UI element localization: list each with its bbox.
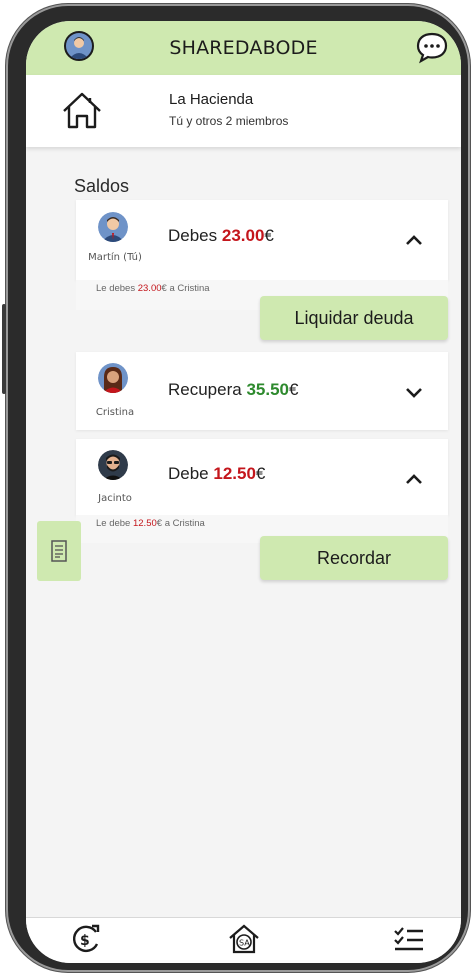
app-screen: SHAREDABODE La Hacienda Tú y otros 2 mie… (26, 21, 461, 963)
phone-frame: SHAREDABODE La Hacienda Tú y otros 2 mie… (2, 4, 470, 972)
house-members: Tú y otros 2 miembros (169, 114, 289, 128)
money-exchange-icon[interactable]: $ (68, 922, 104, 956)
user-avatar-icon (69, 37, 89, 59)
profile-button[interactable] (64, 31, 94, 61)
currency: € (288, 380, 299, 399)
house-icon (63, 92, 101, 129)
settle-debt-button[interactable]: Liquidar deuda (260, 296, 448, 340)
balance-label: Recupera (168, 380, 247, 399)
chat-bubble-icon (416, 32, 448, 64)
balance-card-cristina[interactable]: Cristina Recupera 35.50€ (76, 352, 448, 430)
detail-amount: 12.50 (132, 518, 157, 529)
top-bar: SHAREDABODE (26, 21, 461, 75)
balance-text: Debe 12.50€ (168, 464, 265, 484)
avatar (98, 450, 128, 480)
balance-text: Debes 23.00€ (168, 226, 274, 246)
balance-card-martin[interactable]: Martín (Tú) Debes 23.00€ (76, 200, 448, 280)
avatar (98, 212, 128, 242)
chevron-up-icon[interactable] (404, 233, 424, 247)
detail-suffix: € a Cristina (156, 518, 205, 529)
balance-amount: 23.00 (221, 226, 265, 245)
balance-amount: 35.50 (246, 380, 289, 399)
member-name: Jacinto (98, 493, 132, 504)
balance-label: Debes (168, 226, 222, 245)
currency: € (255, 464, 266, 483)
balance-label: Debe (168, 464, 214, 483)
side-receipt-tab[interactable] (37, 521, 81, 581)
chevron-down-icon[interactable] (404, 386, 424, 400)
user-avatar-icon (98, 363, 128, 393)
section-title: Saldos (74, 176, 130, 196)
app-title: SHAREDABODE (169, 37, 318, 59)
bottom-nav: $ SA (26, 917, 461, 963)
detail-prefix: Le debes (96, 283, 138, 294)
home-sa-icon[interactable]: SA (226, 922, 262, 956)
avatar (98, 363, 128, 393)
balance-text: Recupera 35.50€ (168, 380, 298, 400)
currency: € (264, 226, 274, 245)
detail-amount: 23.00 (137, 283, 162, 294)
member-name: Martín (Tú) (88, 252, 142, 263)
detail-text: Le debe 12.50€ a Cristina (96, 518, 205, 529)
chat-button[interactable] (415, 30, 449, 64)
member-name: Cristina (95, 407, 135, 418)
user-avatar-icon (98, 450, 128, 480)
house-header[interactable]: La Hacienda Tú y otros 2 miembros (26, 75, 461, 147)
svg-text:SA: SA (239, 939, 250, 948)
checklist-icon[interactable] (391, 922, 427, 956)
phone-side-button (2, 304, 6, 394)
detail-prefix: Le debe (96, 518, 133, 529)
receipt-icon (51, 540, 67, 562)
chevron-up-icon[interactable] (404, 472, 424, 486)
remind-button[interactable]: Recordar (260, 536, 448, 580)
detail-suffix: € a Cristina (161, 283, 210, 294)
svg-text:$: $ (80, 933, 90, 949)
user-avatar-icon (98, 212, 128, 242)
detail-text: Le debes 23.00€ a Cristina (96, 283, 210, 294)
balance-amount: 12.50 (213, 464, 256, 483)
balance-card-jacinto[interactable]: Jacinto Debe 12.50€ (76, 439, 448, 515)
house-name: La Hacienda (169, 91, 254, 108)
